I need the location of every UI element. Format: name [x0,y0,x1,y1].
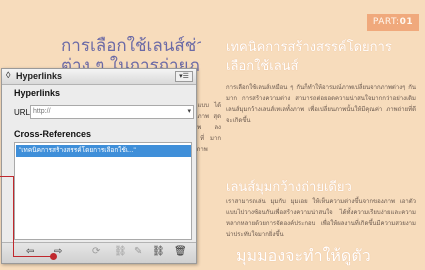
cross-references-section-label: Cross-References [14,129,92,139]
part-tag-prefix: PART: [372,17,400,27]
panel-title-bar[interactable]: ◊ Hyperlinks ▾☰ [2,69,196,85]
url-field-value: http:// [33,108,51,115]
callout-line-horizontal [13,256,51,257]
part-tag: PART:01 [367,14,419,31]
edit-link-icon[interactable]: ✎ [134,246,142,258]
body-text-right-2: เราสามารถเล่น มุมกับ มุมเอย ให้เห็นความต… [226,198,416,238]
bottom-heading: มุมมองจะทำให้ดูตัว [236,246,371,265]
panel-menu-icon[interactable]: ▾☰ [175,71,193,82]
callout-line [0,176,14,177]
new-link-icon[interactable]: ⛓ [152,246,165,258]
body-text-right-1: การเลือกใช้เลนส์เหมือน ๆ กันก็ทำให้อารมณ… [226,84,416,124]
delete-icon[interactable]: 🗑 [174,246,187,258]
heading-left-line1: การเลือกใช้เลนส์ช่วง [61,36,201,56]
panel-toolbar: ⇦ ⇨ ⟳ ⛓ ✎ ⛓ 🗑 [2,242,196,263]
hyperlinks-panel: ◊ Hyperlinks ▾☰ Hyperlinks URL: http:// … [1,68,197,264]
update-link-icon[interactable]: ⟳ [92,246,100,258]
url-field[interactable]: http:// ▾ [30,105,194,119]
panel-title: Hyperlinks [16,71,63,81]
part-tag-number: 01 [399,17,414,27]
url-dropdown-icon[interactable]: ▾ [187,106,191,118]
hyperlinks-section-label: Hyperlinks [14,88,61,98]
callout-line-vertical [13,176,14,257]
heading-right: เทคนิคการสร้างสรรค์โดยการเลือกใช้เลนส์ [226,40,392,74]
cross-references-list[interactable]: "เทคนิคการสร้างสรรค์โดยการเลือกใช้เ..." [14,142,192,240]
unlink-icon[interactable]: ⛓ [114,246,127,258]
panel-collapse-icon[interactable]: ◊ [6,70,10,80]
cross-reference-item[interactable]: "เทคนิคการสร้างสรรค์โดยการเลือกใช้เ..." [16,145,191,157]
subheading-right: เลนส์มุมกว้างถ่ายเดียว [226,180,352,195]
callout-dot [50,253,57,260]
